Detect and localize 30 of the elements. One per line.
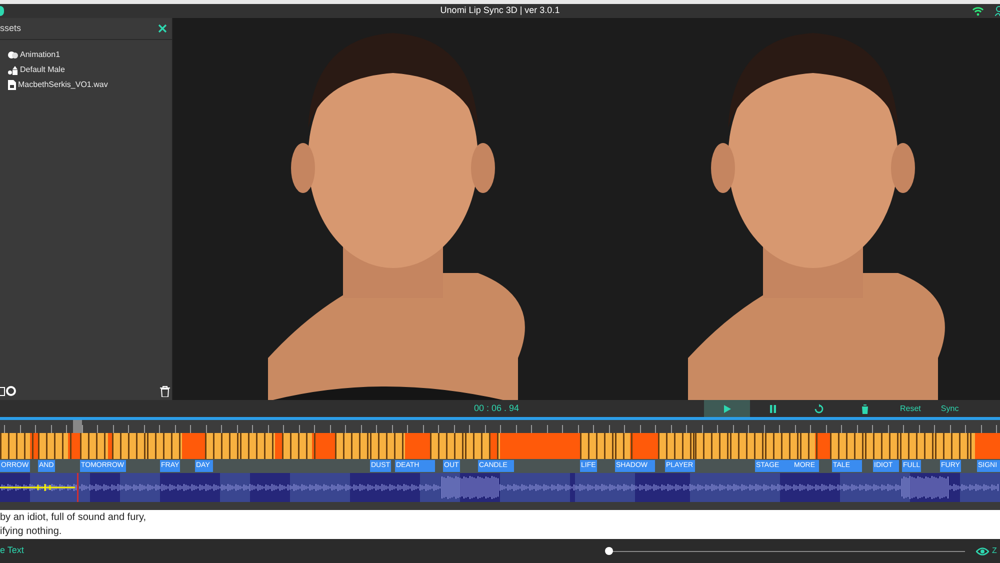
- slider-thumb[interactable]: [605, 547, 613, 555]
- action-button[interactable]: Reset: [900, 402, 921, 414]
- text-link[interactable]: e Text: [0, 544, 24, 558]
- asset-item[interactable]: Animation1: [20, 49, 60, 61]
- pause-icon: [768, 404, 778, 414]
- zoom-label: Z: [992, 545, 997, 557]
- script-line: by an idiot, full of sound and fury,: [0, 510, 148, 524]
- script-line: ifying nothing.: [0, 524, 63, 538]
- wifi-icon: [972, 6, 984, 16]
- window-title: Unomi Lip Sync 3D | ver 3.0.1: [440, 4, 560, 18]
- eye-icon[interactable]: [976, 546, 989, 556]
- asset-item[interactable]: MacbethSerkis_VO1.wav: [18, 79, 108, 91]
- trash-icon: [860, 404, 870, 414]
- user-icon[interactable]: [995, 6, 1000, 16]
- app-icon: [0, 6, 4, 16]
- shapes-icon: [8, 66, 18, 74]
- action-button[interactable]: Sync: [940, 402, 959, 414]
- script-text-area[interactable]: by an idiot, full of sound and fury, ifying nothing.: [0, 510, 1000, 539]
- panel-title: ssets: [0, 22, 22, 35]
- trash-icon[interactable]: [160, 386, 170, 396]
- play-button[interactable]: [704, 400, 750, 417]
- file-icon: [8, 80, 16, 90]
- restart-icon: [814, 404, 824, 414]
- play-icon: [722, 404, 732, 414]
- time-display: 00 : 06 . 94: [474, 402, 520, 415]
- asset-item[interactable]: Default Male: [20, 64, 65, 76]
- playhead-handle[interactable]: [73, 420, 82, 433]
- close-icon[interactable]: [158, 24, 167, 33]
- masks-icon: [8, 51, 18, 59]
- zoom-slider[interactable]: [605, 547, 965, 555]
